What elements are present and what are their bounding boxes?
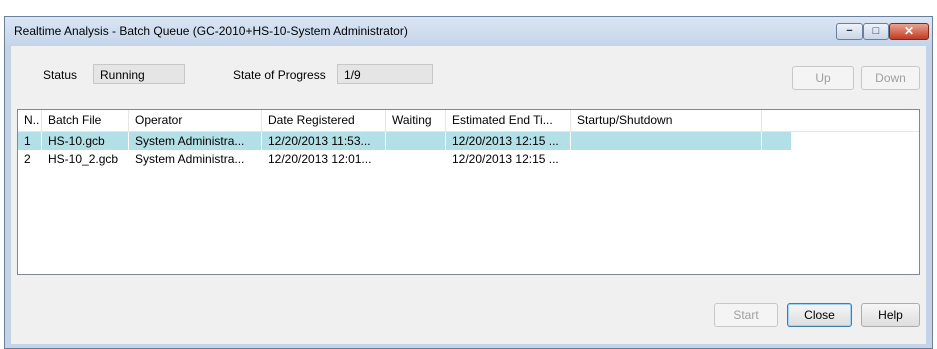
cell-waiting (386, 150, 446, 168)
title-bar[interactable]: Realtime Analysis - Batch Queue (GC-2010… (5, 17, 932, 45)
help-button[interactable]: Help (861, 303, 920, 327)
cell-waiting (386, 132, 446, 150)
table-header: N.. Batch File Operator Date Registered … (18, 110, 919, 132)
cell-estimated-end-time: 12/20/2013 12:15 ... (446, 150, 571, 168)
column-header-batch-file[interactable]: Batch File (42, 110, 129, 131)
column-header-startup-shutdown[interactable]: Startup/Shutdown (571, 110, 762, 131)
column-header-number[interactable]: N.. (18, 110, 42, 131)
batch-queue-table[interactable]: N.. Batch File Operator Date Registered … (17, 109, 920, 275)
progress-field: 1/9 (337, 64, 433, 84)
table-row[interactable]: 1 HS-10.gcb System Administra... 12/20/2… (18, 132, 791, 150)
minimize-icon: − (846, 25, 853, 37)
cell-date-registered: 12/20/2013 11:53... (262, 132, 386, 150)
column-header-waiting[interactable]: Waiting (386, 110, 446, 131)
up-button[interactable]: Up (792, 66, 854, 90)
close-window-button[interactable]: ✕ (889, 23, 929, 40)
close-button[interactable]: Close (787, 303, 852, 327)
cell-operator: System Administra... (129, 150, 262, 168)
progress-label: State of Progress (233, 68, 326, 82)
cell-batch-file: HS-10.gcb (42, 132, 129, 150)
cell-estimated-end-time: 12/20/2013 12:15 ... (446, 132, 571, 150)
table-row[interactable]: 2 HS-10_2.gcb System Administra... 12/20… (18, 150, 791, 168)
batch-queue-window: Realtime Analysis - Batch Queue (GC-2010… (4, 16, 933, 349)
close-icon: ✕ (903, 24, 915, 38)
cell-operator: System Administra... (129, 132, 262, 150)
maximize-button[interactable]: □ (863, 23, 889, 40)
window-title: Realtime Analysis - Batch Queue (GC-2010… (14, 24, 408, 38)
cell-batch-file: HS-10_2.gcb (42, 150, 129, 168)
minimize-button[interactable]: − (836, 23, 863, 40)
maximize-icon: □ (872, 25, 880, 37)
cell-number: 1 (18, 132, 42, 150)
down-button[interactable]: Down (861, 66, 920, 90)
status-label: Status (43, 68, 78, 82)
cell-date-registered: 12/20/2013 12:01... (262, 150, 386, 168)
column-header-filler (762, 110, 919, 131)
dialog-body: Status Running State of Progress 1/9 Up … (11, 46, 926, 344)
status-field: Running (93, 64, 185, 84)
column-header-operator[interactable]: Operator (129, 110, 262, 131)
cell-startup-shutdown (571, 132, 762, 150)
column-header-estimated-end-time[interactable]: Estimated End Ti... (446, 110, 571, 131)
start-button[interactable]: Start (714, 303, 778, 327)
cell-number: 2 (18, 150, 42, 168)
cell-startup-shutdown (571, 150, 762, 168)
column-header-date-registered[interactable]: Date Registered (262, 110, 386, 131)
